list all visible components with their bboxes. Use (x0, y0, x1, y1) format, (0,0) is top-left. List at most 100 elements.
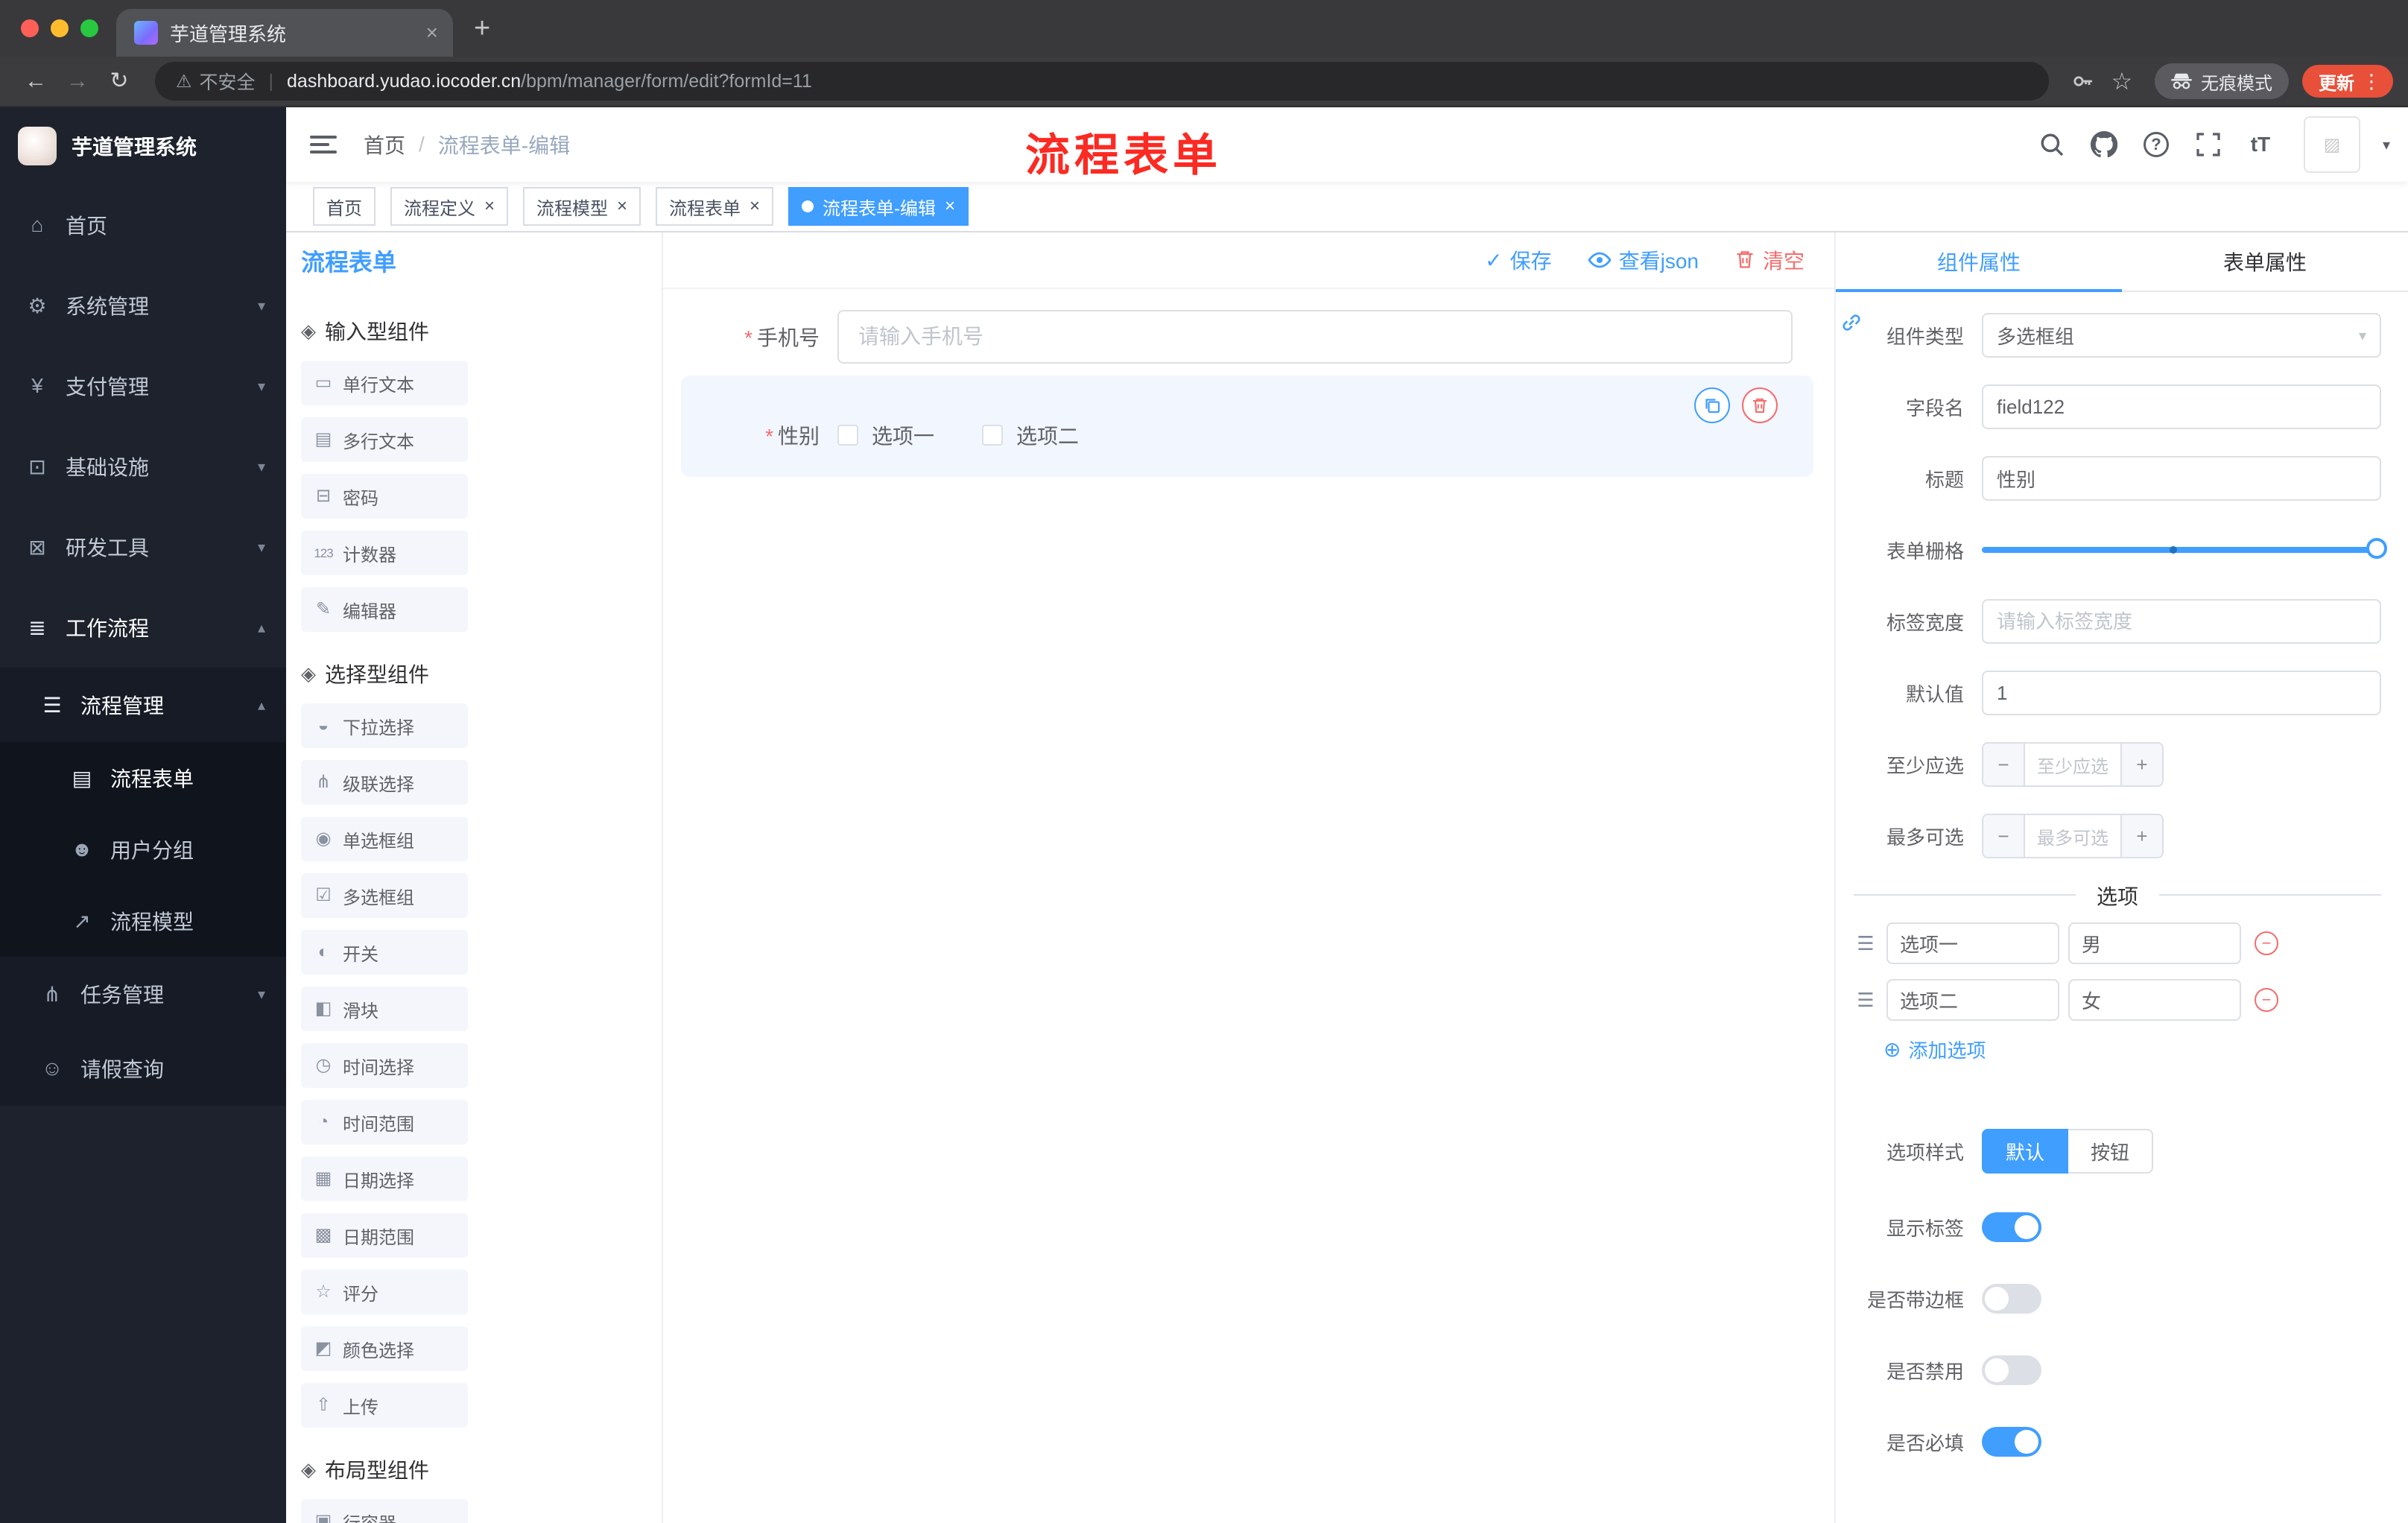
slider-track[interactable] (1982, 547, 2378, 553)
help-icon[interactable]: ? (2141, 130, 2171, 159)
phone-field-row[interactable]: * 手机号 (681, 310, 1816, 364)
drag-handle-icon[interactable]: ☰ (1854, 932, 1878, 955)
min-select-value[interactable]: 至少应选 (2025, 744, 2120, 785)
border-toggle[interactable] (1982, 1284, 2041, 1314)
github-icon[interactable] (2089, 130, 2119, 159)
password-key-icon[interactable] (2064, 69, 2103, 93)
tab-form-props[interactable]: 表单属性 (2122, 232, 2408, 291)
sidebar-item-dev-tools[interactable]: ⊠ 研发工具 ▾ (0, 507, 286, 587)
update-button[interactable]: 更新 ⋮ (2302, 65, 2393, 98)
sidebar-item-leave-query[interactable]: ☺ 请假查询 (0, 1031, 286, 1106)
tab-close-icon[interactable]: × (426, 22, 438, 43)
component-chip-rate[interactable]: ☆ 评分 (301, 1270, 468, 1314)
slider-handle[interactable] (2366, 538, 2387, 559)
tag-process-form[interactable]: 流程表单 × (656, 187, 774, 226)
component-type-select[interactable]: 多选框组 ▾ (1982, 313, 2381, 358)
close-icon[interactable]: × (750, 197, 760, 215)
bookmark-star-icon[interactable]: ☆ (2103, 67, 2141, 95)
label-width-input[interactable] (1982, 599, 2381, 644)
component-chip-counter[interactable]: 123 计数器 (301, 531, 468, 575)
sidebar-item-process-management[interactable]: ☰ 流程管理 ▴ (0, 668, 286, 742)
component-chip-color-picker[interactable]: ◩ 颜色选择 (301, 1326, 468, 1371)
component-chip-cascader[interactable]: ⋔ 级联选择 (301, 760, 468, 805)
hamburger-icon[interactable] (310, 136, 337, 153)
sidebar-item-user-groups[interactable]: ☻ 用户分组 (0, 814, 286, 885)
component-chip-radio-group[interactable]: ◉ 单选框组 (301, 817, 468, 861)
component-chip-editor[interactable]: ✎ 编辑器 (301, 587, 468, 632)
component-chip-select[interactable]: ◒ 下拉选择 (301, 703, 468, 748)
gender-field-block-selected[interactable]: * 性别 选项一 选项二 (681, 376, 1813, 477)
remove-option-icon[interactable]: − (2255, 988, 2278, 1012)
close-icon[interactable]: × (617, 197, 627, 215)
window-minimize-button[interactable] (51, 19, 69, 37)
tab-component-props[interactable]: 组件属性 (1836, 232, 2122, 292)
increase-button[interactable]: + (2120, 744, 2162, 785)
option-1-label-input[interactable] (1886, 922, 2059, 964)
component-chip-checkbox-group[interactable]: ☑ 多选框组 (301, 873, 468, 918)
required-toggle[interactable] (1982, 1427, 2041, 1457)
back-icon[interactable]: ← (15, 70, 57, 92)
phone-input[interactable] (837, 310, 1793, 364)
add-option-button[interactable]: ⊕ 添加选项 (1883, 1036, 2381, 1063)
option-2-label-input[interactable] (1886, 979, 2059, 1021)
copy-component-button[interactable] (1694, 387, 1730, 423)
window-close-button[interactable] (21, 19, 39, 37)
component-chip-row-container[interactable]: ▣行容器 (301, 1499, 468, 1523)
sidebar-item-task-management[interactable]: ⋔ 任务管理 ▾ (0, 957, 286, 1031)
sidebar-item-workflow[interactable]: ≣ 工作流程 ▴ (0, 587, 286, 668)
sidebar-item-infrastructure[interactable]: ⊡ 基础设施 ▾ (0, 426, 286, 507)
option-2-value-input[interactable] (2068, 979, 2241, 1021)
font-size-icon[interactable]: tT (2246, 130, 2275, 159)
max-select-value[interactable]: 最多可选 (2025, 815, 2120, 857)
clear-button[interactable]: 清空 (1734, 245, 1805, 275)
checkbox-option-1[interactable]: 选项一 (837, 420, 934, 450)
sidebar-item-payment[interactable]: ¥ 支付管理 ▾ (0, 346, 286, 426)
component-chip-date-picker[interactable]: ▦ 日期选择 (301, 1156, 468, 1201)
remove-option-icon[interactable]: − (2255, 931, 2278, 955)
component-chip-single-line-text[interactable]: ▭ 单行文本 (301, 361, 468, 405)
default-value-input[interactable] (1982, 671, 2381, 715)
decrease-button[interactable]: − (1983, 815, 2025, 857)
tag-process-form-edit[interactable]: 流程表单-编辑 × (788, 187, 969, 226)
component-chip-date-range[interactable]: ▩ 日期范围 (301, 1213, 468, 1258)
close-icon[interactable]: × (484, 197, 495, 215)
tag-home[interactable]: 首页 (313, 187, 376, 226)
component-chip-switch[interactable]: ◐ 开关 (301, 930, 468, 975)
decrease-button[interactable]: − (1983, 744, 2025, 785)
fullscreen-icon[interactable] (2193, 130, 2223, 159)
component-chip-time-range[interactable]: ◔ 时间范围 (301, 1100, 468, 1144)
view-json-button[interactable]: 查看json (1587, 245, 1699, 275)
save-button[interactable]: ✓ 保存 (1485, 245, 1551, 275)
sidebar-item-process-form[interactable]: ▤ 流程表单 (0, 742, 286, 814)
security-label[interactable]: 不安全 (200, 68, 256, 95)
checkbox-option-2[interactable]: 选项二 (982, 420, 1079, 450)
drag-handle-icon[interactable]: ☰ (1854, 989, 1878, 1012)
component-chip-time-picker[interactable]: ◷ 时间选择 (301, 1043, 468, 1088)
title-input[interactable] (1982, 456, 2381, 501)
component-chip-password[interactable]: ⊟ 密码 (301, 474, 468, 519)
new-tab-button[interactable]: + (474, 14, 490, 42)
component-chip-multi-line-text[interactable]: ▤ 多行文本 (301, 417, 468, 462)
option-1-value-input[interactable] (2068, 922, 2241, 964)
tag-process-definition[interactable]: 流程定义 × (390, 187, 509, 226)
sidebar-item-system[interactable]: ⚙ 系统管理 ▾ (0, 265, 286, 346)
link-icon[interactable] (1840, 311, 1863, 340)
style-button-button[interactable]: 按钮 (2068, 1129, 2154, 1174)
delete-component-button[interactable] (1742, 387, 1778, 423)
avatar[interactable]: ▨ (2303, 116, 2360, 173)
forward-icon[interactable]: → (57, 70, 98, 92)
avatar-caret-icon[interactable]: ▾ (2383, 136, 2390, 154)
field-name-input[interactable] (1982, 384, 2381, 429)
style-default-button[interactable]: 默认 (1982, 1129, 2069, 1174)
show-label-toggle[interactable] (1982, 1212, 2041, 1242)
menu-kebab-icon[interactable]: ⋮ (2362, 70, 2381, 93)
checkbox-box[interactable] (982, 425, 1004, 446)
window-zoom-button[interactable] (80, 19, 98, 37)
reload-icon[interactable]: ↻ (98, 70, 140, 92)
sidebar-item-process-model[interactable]: ↗ 流程模型 (0, 885, 286, 957)
component-chip-slider[interactable]: ◧ 滑块 (301, 987, 468, 1031)
browser-tab[interactable]: 芋道管理系统 × (116, 9, 453, 57)
breadcrumb-home-link[interactable]: 首页 (364, 130, 405, 159)
disabled-toggle[interactable] (1982, 1355, 2041, 1385)
increase-button[interactable]: + (2120, 815, 2162, 857)
